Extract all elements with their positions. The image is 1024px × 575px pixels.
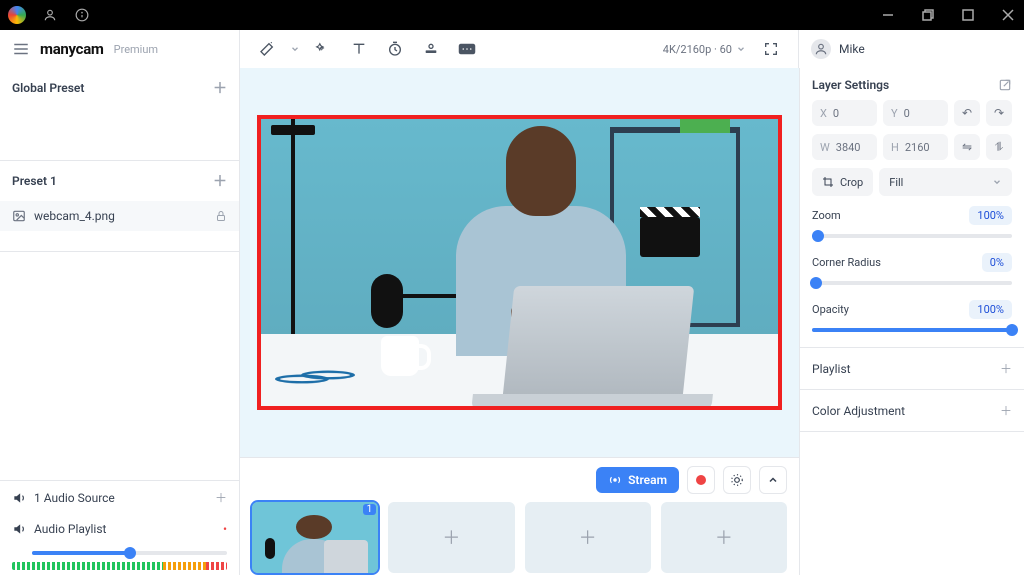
color-adj-label: Color Adjustment — [812, 404, 905, 418]
scene-slot-2[interactable]: ＋ — [388, 502, 514, 573]
opacity-label: Opacity — [812, 303, 849, 316]
menu-icon[interactable] — [12, 40, 30, 58]
crop-label: Crop — [840, 176, 863, 189]
audio-icon — [12, 522, 26, 536]
layer-name: webcam_4.png — [34, 209, 115, 223]
x-input[interactable] — [833, 107, 869, 120]
crop-button[interactable]: Crop — [812, 168, 873, 196]
brand-tier: Premium — [114, 43, 158, 56]
stream-button[interactable]: Stream — [596, 467, 679, 493]
popout-icon[interactable] — [998, 78, 1012, 92]
add-global-preset-icon[interactable]: ＋ — [213, 78, 227, 98]
scene-slot-3[interactable]: ＋ — [525, 502, 651, 573]
w-input[interactable] — [836, 141, 869, 154]
wand-icon[interactable] — [252, 36, 282, 62]
window-minimize-icon[interactable] — [880, 7, 896, 23]
blur-icon[interactable] — [452, 36, 482, 62]
playlist-indicator-icon: • — [223, 522, 227, 536]
preset-name: Preset 1 — [12, 174, 57, 188]
corner-slider[interactable] — [812, 276, 1012, 290]
opacity-slider[interactable] — [812, 323, 1012, 337]
fill-label: Fill — [889, 176, 903, 189]
record-button[interactable] — [687, 466, 715, 494]
zoom-label: Zoom — [812, 209, 841, 222]
audio-meter — [12, 562, 227, 570]
profile-icon[interactable] — [42, 7, 58, 23]
layer-settings-label: Layer Settings — [812, 78, 889, 92]
window-maximize-icon[interactable] — [960, 7, 976, 23]
timer-icon[interactable] — [380, 36, 410, 62]
global-preset-label: Global Preset — [12, 81, 84, 95]
resolution-label: 4K/2160p · 60 — [663, 43, 732, 56]
collapse-scenes-button[interactable] — [759, 466, 787, 494]
color-adjustment-section[interactable]: Color Adjustment ＋ — [800, 390, 1024, 432]
zoom-slider[interactable] — [812, 229, 1012, 243]
flip-v-icon[interactable]: ⥮ — [986, 134, 1012, 160]
fill-select[interactable]: Fill — [879, 168, 1012, 196]
help-icon[interactable] — [74, 7, 90, 23]
add-audio-source-icon[interactable]: ＋ — [215, 489, 227, 506]
chevron-down-icon[interactable] — [288, 36, 302, 62]
scene-slot-4[interactable]: ＋ — [661, 502, 787, 573]
preview-canvas[interactable] — [257, 115, 782, 410]
app-logo-icon — [8, 6, 26, 24]
corner-value: 0% — [982, 253, 1012, 272]
opacity-value: 100% — [969, 300, 1012, 319]
redo-icon[interactable]: ↷ — [986, 100, 1012, 126]
scene-slot-1[interactable]: 1 1 — [252, 502, 378, 573]
y-input[interactable] — [904, 107, 940, 120]
add-layer-icon[interactable]: ＋ — [213, 171, 227, 191]
undo-icon[interactable]: ↶ — [954, 100, 980, 126]
audio-playlist-label: Audio Playlist — [34, 522, 106, 536]
stream-label: Stream — [628, 473, 667, 487]
lock-icon[interactable] — [215, 210, 227, 222]
window-close-icon[interactable] — [1000, 7, 1016, 23]
resolution-select[interactable]: 4K/2160p · 60 — [659, 43, 750, 56]
zoom-value: 100% — [969, 206, 1012, 225]
avatar-icon[interactable] — [811, 39, 831, 59]
fullscreen-icon[interactable] — [756, 36, 786, 62]
text-icon[interactable] — [344, 36, 374, 62]
flip-h-icon[interactable]: ⇋ — [954, 134, 980, 160]
user-name: Mike — [839, 42, 865, 56]
brand-name: manycam — [40, 40, 104, 58]
audio-sources-label: 1 Audio Source — [34, 491, 115, 505]
image-icon — [12, 209, 26, 223]
playlist-section[interactable]: Playlist ＋ — [800, 348, 1024, 390]
volume-slider[interactable] — [32, 546, 227, 560]
layer-item[interactable]: webcam_4.png — [0, 201, 239, 231]
window-restore-icon[interactable] — [920, 7, 936, 23]
audio-icon — [12, 491, 26, 505]
corner-label: Corner Radius — [812, 256, 881, 269]
effects-icon[interactable] — [308, 36, 338, 62]
playlist-label: Playlist — [812, 362, 851, 376]
lower-third-icon[interactable] — [416, 36, 446, 62]
snapshot-button[interactable] — [723, 466, 751, 494]
h-input[interactable] — [905, 141, 940, 154]
